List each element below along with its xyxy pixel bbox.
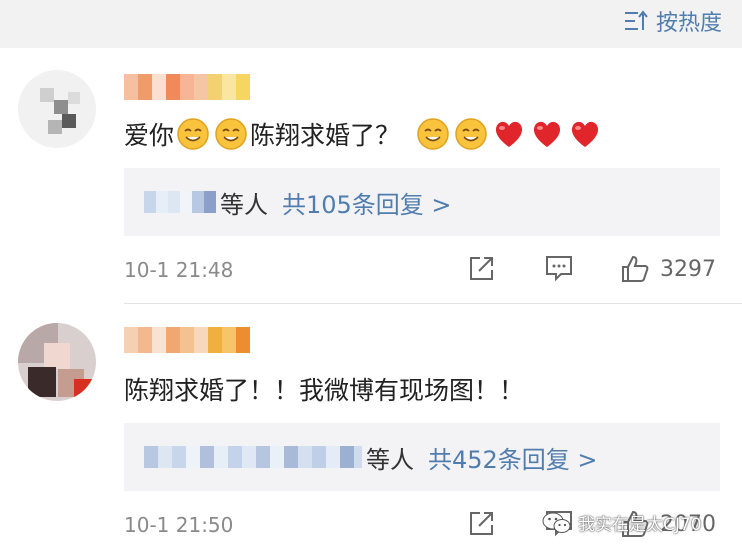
comment-text-part-2: 陈翔求婚了？: [250, 121, 401, 150]
heart-emoji-icon: [533, 121, 561, 147]
heart-emoji-icon: [495, 121, 523, 147]
comment-1: 爱你 陈翔求婚了？ 等人 共105条回复 > 10-1 21:48 3297: [0, 48, 742, 305]
smile-emoji-icon: [417, 118, 449, 150]
comment-time: 10-1 21:50: [124, 513, 234, 537]
comment-icon: [546, 256, 572, 282]
top-bar: 按热度: [0, 0, 742, 48]
username-blurred[interactable]: [124, 327, 250, 355]
watermark-text: 我实在是太CJ70: [578, 515, 702, 535]
reply-button[interactable]: [544, 254, 574, 282]
smile-emoji-icon: [455, 118, 487, 150]
sort-label: 按热度: [655, 11, 722, 36]
thumbs-up-icon: [622, 255, 649, 282]
heart-emoji-icon: [571, 121, 599, 147]
comment-text: 爱你 陈翔求婚了？: [124, 112, 604, 156]
wechat-icon: [542, 512, 571, 533]
view-replies-link[interactable]: 共452条回复 >: [428, 440, 598, 475]
smile-emoji-icon: [177, 118, 209, 150]
sort-lines-icon: [624, 10, 648, 30]
reply-summary[interactable]: 等人 共452条回复 >: [124, 423, 720, 491]
share-button[interactable]: [468, 254, 496, 282]
username-blurred[interactable]: [124, 74, 250, 102]
reply-suffix: 等人: [366, 445, 414, 474]
avatar[interactable]: [18, 70, 96, 148]
avatar[interactable]: [18, 323, 96, 401]
reply-user-blurred: [144, 191, 216, 213]
reply-user-blurred: [144, 446, 362, 468]
comment-text-part-1: 爱你: [124, 121, 175, 150]
comment-text-body: 陈翔求婚了！！我微博有现场图！！: [124, 376, 525, 405]
share-icon: [470, 512, 493, 535]
like-count: 3297: [660, 256, 716, 282]
comment-meta: 10-1 21:48 3297: [124, 254, 724, 288]
share-button[interactable]: [468, 509, 496, 537]
smile-emoji-icon: [215, 118, 247, 150]
reply-summary[interactable]: 等人 共105条回复 >: [124, 168, 720, 236]
watermark: 我实在是太CJ70: [542, 510, 702, 535]
divider: [124, 303, 742, 304]
comment-text: 陈翔求婚了！！我微博有现场图！！: [124, 367, 524, 411]
reply-suffix: 等人: [220, 190, 268, 219]
like-button[interactable]: 3297: [620, 254, 716, 284]
comment-time: 10-1 21:48: [124, 258, 234, 282]
share-icon: [470, 257, 493, 280]
view-replies-link[interactable]: 共105条回复 >: [282, 185, 452, 220]
sort-by-heat-button[interactable]: 按热度: [624, 6, 722, 36]
